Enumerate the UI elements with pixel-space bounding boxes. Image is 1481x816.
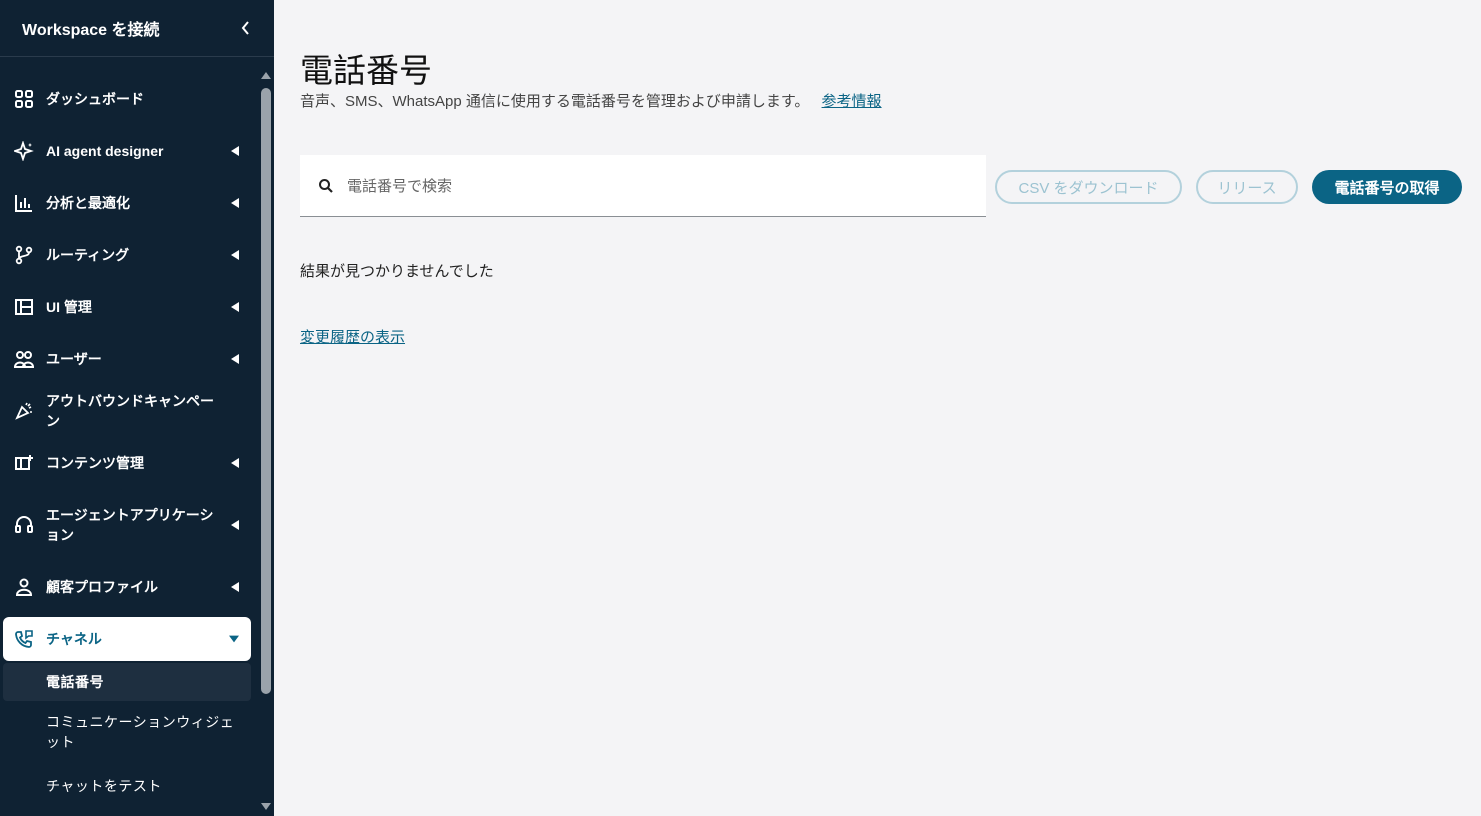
- layout-icon: [13, 296, 35, 318]
- scroll-down-arrow-icon[interactable]: [261, 803, 271, 810]
- sidebar-header: Workspace を接続: [0, 0, 274, 57]
- main-content: 電話番号 音声、SMS、WhatsApp 通信に使用する電話番号を管理および申請…: [274, 0, 1481, 816]
- sidebar-item-label: エージェントアプリケーション: [46, 507, 214, 543]
- caret-left-icon: [230, 145, 240, 157]
- caret-left-icon: [230, 353, 240, 365]
- sidebar-subitem-phone-numbers[interactable]: 電話番号: [3, 663, 251, 701]
- sidebar-item-label: AI agent designer: [46, 143, 164, 159]
- caret-down-icon: [229, 633, 239, 645]
- sidebar-subitem-communication-widgets[interactable]: コミュニケーションウィジェット: [3, 706, 251, 758]
- sidebar-scrollbar[interactable]: [260, 72, 272, 816]
- no-results-message: 結果が見つかりませんでした: [300, 263, 494, 280]
- sparkle-icon: [13, 140, 35, 162]
- sidebar-subitem-label: 電話番号: [46, 674, 104, 690]
- reference-info-link[interactable]: 参考情報: [822, 93, 882, 110]
- campaign-icon: [13, 400, 35, 422]
- sidebar-item-label: ダッシュボード: [46, 91, 144, 107]
- get-phone-number-button[interactable]: 電話番号の取得: [1312, 170, 1462, 204]
- search-box: [300, 155, 986, 217]
- sidebar-item-outbound-campaigns[interactable]: アウトバウンドキャンペーン: [0, 393, 260, 429]
- caret-left-icon: [230, 519, 240, 531]
- workspace-title: Workspace を接続: [22, 22, 160, 39]
- sidebar-item-label: 分析と最適化: [46, 195, 130, 211]
- sidebar-subitem-test-chat[interactable]: チャットをテスト: [3, 770, 251, 802]
- dashboard-icon: [13, 88, 35, 110]
- sidebar-item-label: 顧客プロファイル: [46, 579, 158, 595]
- sidebar-item-routing[interactable]: ルーティング: [0, 244, 260, 266]
- bar-chart-icon: [13, 192, 35, 214]
- sidebar: Workspace を接続 ダッシュボード AI agent designer: [0, 0, 274, 816]
- content-icon: [13, 452, 35, 474]
- caret-left-icon: [230, 249, 240, 261]
- chevron-left-icon: [241, 21, 249, 35]
- sidebar-item-ai-agent-designer[interactable]: AI agent designer: [0, 140, 260, 162]
- search-icon: [319, 179, 333, 193]
- sidebar-item-ui-management[interactable]: UI 管理: [0, 296, 260, 318]
- sidebar-item-dashboard[interactable]: ダッシュボード: [0, 88, 260, 110]
- caret-left-icon: [230, 457, 240, 469]
- download-csv-button[interactable]: CSV をダウンロード: [995, 170, 1182, 204]
- page-description: 音声、SMS、WhatsApp 通信に使用する電話番号を管理および申請します。 …: [300, 90, 882, 111]
- scroll-up-arrow-icon[interactable]: [261, 72, 271, 79]
- sidebar-item-channels[interactable]: チャネル: [3, 617, 251, 661]
- caret-left-icon: [230, 301, 240, 313]
- sidebar-item-label: チャネル: [46, 631, 102, 647]
- view-change-history-link[interactable]: 変更履歴の表示: [300, 326, 405, 347]
- caret-left-icon: [230, 581, 240, 593]
- scrollbar-thumb[interactable]: [261, 88, 271, 694]
- phone-chat-icon: [13, 628, 35, 650]
- sidebar-item-analytics[interactable]: 分析と最適化: [0, 192, 260, 214]
- page-title: 電話番号: [300, 52, 432, 89]
- description-text: 音声、SMS、WhatsApp 通信に使用する電話番号を管理および申請します。: [300, 93, 810, 110]
- sidebar-item-label: コンテンツ管理: [46, 455, 144, 471]
- sidebar-item-content-management[interactable]: コンテンツ管理: [0, 452, 260, 474]
- routing-icon: [13, 244, 35, 266]
- sidebar-item-label: UI 管理: [46, 299, 92, 315]
- search-input[interactable]: [345, 171, 965, 201]
- release-button[interactable]: リリース: [1196, 170, 1298, 204]
- users-icon: [13, 348, 35, 370]
- sidebar-item-agent-applications[interactable]: エージェントアプリケーション: [0, 504, 260, 546]
- sidebar-subitem-label: チャットをテスト: [46, 778, 162, 794]
- sidebar-item-label: アウトバウンドキャンペーン: [46, 393, 214, 429]
- sidebar-item-label: ユーザー: [46, 351, 102, 367]
- sidebar-item-customer-profiles[interactable]: 顧客プロファイル: [0, 576, 260, 598]
- sidebar-subitem-label: コミュニケーションウィジェット: [46, 714, 235, 750]
- collapse-sidebar-button[interactable]: [236, 18, 256, 38]
- sidebar-item-users[interactable]: ユーザー: [0, 348, 260, 370]
- sidebar-item-label: ルーティング: [46, 247, 130, 263]
- caret-left-icon: [230, 197, 240, 209]
- person-icon: [13, 576, 35, 598]
- headset-icon: [13, 514, 35, 536]
